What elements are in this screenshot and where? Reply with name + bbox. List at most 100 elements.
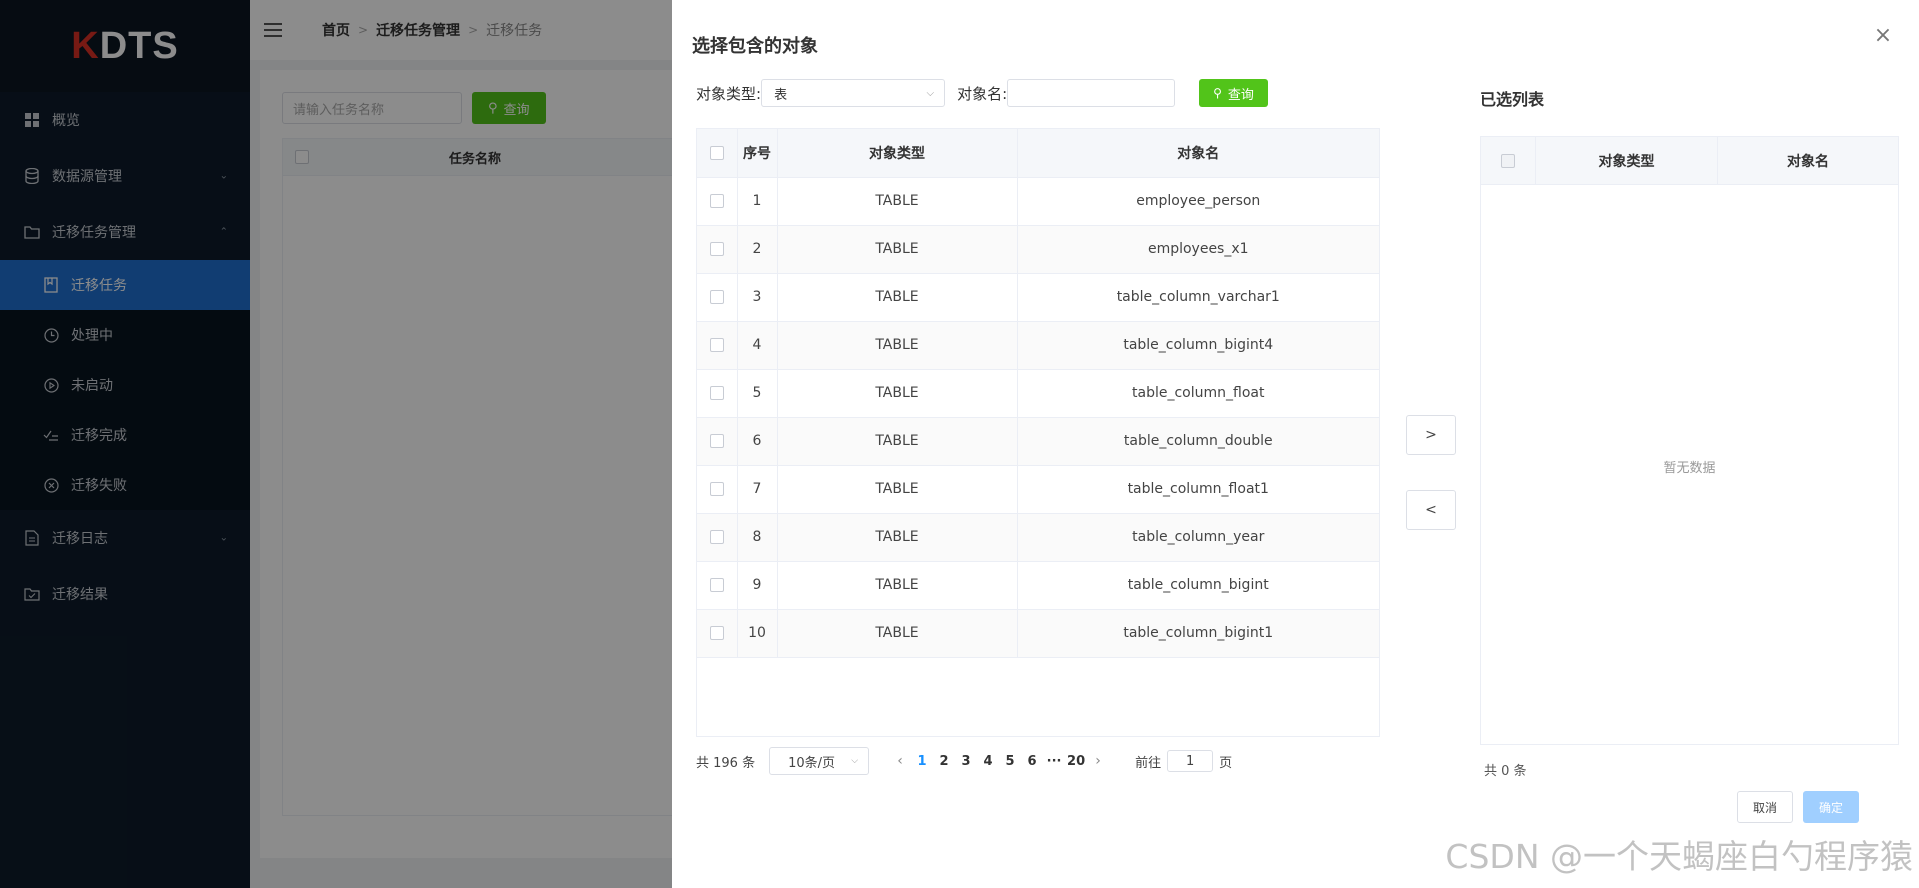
- selected-select-all-checkbox[interactable]: [1501, 153, 1515, 168]
- row-checkbox[interactable]: [709, 338, 724, 352]
- row-index: 1: [737, 177, 778, 226]
- selected-list-title: 已选列表: [1480, 90, 1545, 109]
- goto-page: 前往 1 页: [1135, 750, 1232, 772]
- row-name: table_column_bigint1: [1017, 609, 1379, 658]
- prev-page-button[interactable]: ‹: [889, 753, 911, 769]
- object-name-label: 对象名:: [957, 84, 1008, 103]
- row-name: table_column_float: [1017, 369, 1379, 418]
- table-row[interactable]: 9 TABLE table_column_bigint: [697, 561, 1379, 610]
- selected-table: 对象类型 对象名 暂无数据: [1480, 136, 1899, 745]
- object-type-label: 对象类型:: [696, 84, 762, 103]
- table-row[interactable]: 8 TABLE table_column_year: [697, 513, 1379, 562]
- selected-column-object-name: 对象名: [1787, 153, 1829, 170]
- row-name: employees_x1: [1017, 225, 1379, 274]
- row-index: 6: [737, 417, 778, 466]
- row-index: 8: [737, 513, 778, 562]
- row-type: TABLE: [777, 273, 1018, 322]
- row-checkbox[interactable]: [709, 434, 724, 448]
- pagination: 共 196 条 10条/页 ⌵ ‹ 1 2 3 4 5 6 ··· 20 › 前…: [696, 746, 1232, 776]
- selected-column-object-type: 对象类型: [1536, 137, 1718, 184]
- object-name-input[interactable]: [1007, 79, 1176, 107]
- confirm-button[interactable]: 确定: [1803, 791, 1859, 823]
- row-type: TABLE: [777, 417, 1018, 466]
- row-checkbox[interactable]: [709, 290, 724, 304]
- table-row[interactable]: 6 TABLE table_column_double: [697, 417, 1379, 466]
- row-type: TABLE: [777, 465, 1018, 514]
- row-name: table_column_float1: [1017, 465, 1379, 514]
- page-1[interactable]: 1: [911, 754, 933, 769]
- row-checkbox[interactable]: [709, 530, 724, 544]
- row-type: TABLE: [777, 369, 1018, 418]
- row-type: TABLE: [777, 177, 1018, 226]
- chevron-down-icon: ⌵: [926, 87, 935, 99]
- close-icon[interactable]: ×: [1873, 25, 1893, 47]
- table-row[interactable]: 4 TABLE table_column_bigint4: [697, 321, 1379, 370]
- page-20[interactable]: 20: [1065, 754, 1087, 769]
- selected-table-header: 对象类型 对象名: [1481, 137, 1898, 185]
- row-index: 3: [737, 273, 778, 322]
- select-objects-drawer: 选择包含的对象 × 对象类型: 表 ⌵ 对象名: ⚲ 查询 序号 对象类型 对象…: [672, 0, 1919, 888]
- row-type: TABLE: [777, 513, 1018, 562]
- row-index: 7: [737, 465, 778, 514]
- row-type: TABLE: [777, 561, 1018, 610]
- search-icon: ⚲: [1213, 86, 1222, 100]
- column-object-name: 对象名: [1017, 129, 1379, 178]
- page-size-select[interactable]: 10条/页 ⌵: [769, 747, 870, 775]
- row-name: table_column_year: [1017, 513, 1379, 562]
- table-row[interactable]: 7 TABLE table_column_float1: [697, 465, 1379, 514]
- drawer-title: 选择包含的对象: [692, 36, 818, 57]
- row-name: table_column_bigint4: [1017, 321, 1379, 370]
- row-checkbox[interactable]: [709, 482, 724, 496]
- row-type: TABLE: [777, 225, 1018, 274]
- row-type: TABLE: [777, 609, 1018, 658]
- table-row[interactable]: 5 TABLE table_column_float: [697, 369, 1379, 418]
- page-3[interactable]: 3: [955, 754, 977, 769]
- selected-select-all-cell[interactable]: [1481, 137, 1536, 184]
- page-ellipsis[interactable]: ···: [1043, 754, 1065, 769]
- row-name: table_column_bigint: [1017, 561, 1379, 610]
- row-checkbox[interactable]: [709, 194, 724, 208]
- object-type-select[interactable]: 表 ⌵: [761, 79, 946, 107]
- selected-total: 共 0 条: [1484, 764, 1527, 779]
- empty-state: 暂无数据: [1663, 461, 1716, 476]
- table-row[interactable]: 10 TABLE table_column_bigint1: [697, 609, 1379, 658]
- page-2[interactable]: 2: [933, 754, 955, 769]
- filter-row: 对象类型: 表 ⌵ 对象名: ⚲ 查询: [696, 78, 1268, 108]
- row-name: table_column_varchar1: [1017, 273, 1379, 322]
- row-checkbox[interactable]: [709, 578, 724, 592]
- select-all-checkbox[interactable]: [709, 145, 724, 160]
- column-object-type: 对象类型: [777, 129, 1018, 178]
- query-button[interactable]: ⚲ 查询: [1199, 79, 1268, 107]
- cancel-button[interactable]: 取消: [1737, 791, 1793, 823]
- row-checkbox[interactable]: [709, 626, 724, 640]
- row-index: 10: [737, 609, 778, 658]
- row-index: 9: [737, 561, 778, 610]
- page-4[interactable]: 4: [977, 754, 999, 769]
- row-type: TABLE: [777, 321, 1018, 370]
- goto-prefix: 前往: [1135, 755, 1162, 771]
- table-header-row: 序号 对象类型 对象名: [697, 129, 1379, 178]
- move-left-button[interactable]: <: [1406, 490, 1456, 530]
- row-name: employee_person: [1017, 177, 1379, 226]
- next-page-button[interactable]: ›: [1087, 753, 1109, 769]
- object-table: 序号 对象类型 对象名 1 TABLE employee_person 2 TA…: [696, 128, 1380, 737]
- table-row[interactable]: 3 TABLE table_column_varchar1: [697, 273, 1379, 322]
- goto-page-input[interactable]: 1: [1167, 750, 1214, 772]
- table-row[interactable]: 2 TABLE employees_x1: [697, 225, 1379, 274]
- row-checkbox[interactable]: [709, 386, 724, 400]
- column-index: 序号: [737, 129, 778, 178]
- select-all-checkbox-cell[interactable]: [697, 129, 738, 178]
- row-checkbox[interactable]: [709, 242, 724, 256]
- row-index: 5: [737, 369, 778, 418]
- row-name: table_column_double: [1017, 417, 1379, 466]
- row-index: 2: [737, 225, 778, 274]
- goto-suffix: 页: [1219, 755, 1233, 771]
- page-6[interactable]: 6: [1021, 754, 1043, 769]
- move-right-button[interactable]: >: [1406, 415, 1456, 455]
- page-5[interactable]: 5: [999, 754, 1021, 769]
- chevron-down-icon: ⌵: [851, 756, 859, 766]
- pagination-total: 共 196 条: [696, 755, 756, 771]
- watermark: CSDN @一个天蝎座白勺程序猿: [1445, 837, 1913, 876]
- row-index: 4: [737, 321, 778, 370]
- table-row[interactable]: 1 TABLE employee_person: [697, 177, 1379, 226]
